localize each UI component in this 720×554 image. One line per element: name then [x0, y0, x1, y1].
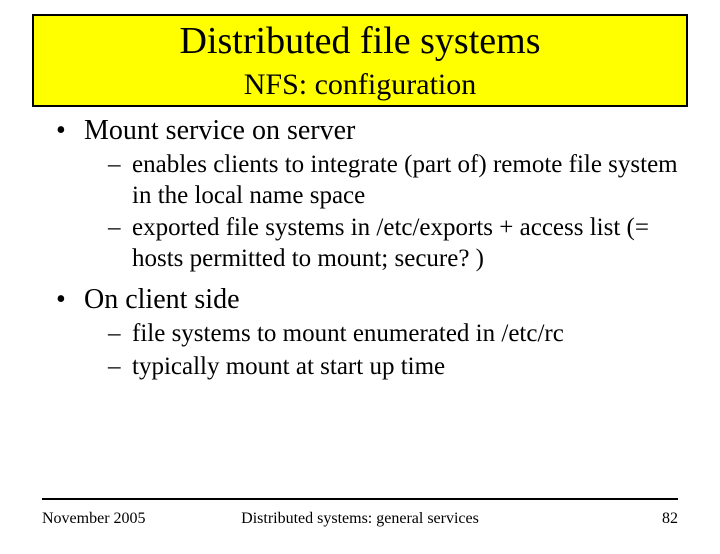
bullet-item: Mount service on server	[42, 113, 678, 148]
slide-footer: November 2005 Distributed systems: gener…	[42, 510, 678, 528]
footer-divider	[42, 498, 678, 500]
slide-title: Distributed file systems	[34, 20, 686, 64]
footer-date: November 2005	[42, 510, 146, 528]
sub-bullet-item: exported file systems in /etc/exports + …	[42, 213, 678, 274]
sub-bullet-item: typically mount at start up time	[42, 352, 678, 383]
sub-bullet-item: file systems to mount enumerated in /etc…	[42, 319, 678, 350]
bullet-item: On client side	[42, 282, 678, 317]
slide-subtitle: NFS: configuration	[34, 66, 686, 104]
slide-body: Mount service on server enables clients …	[42, 113, 678, 382]
title-block: Distributed file systems NFS: configurat…	[32, 14, 688, 107]
sub-bullet-item: enables clients to integrate (part of) r…	[42, 150, 678, 211]
footer-page-number: 82	[662, 510, 678, 528]
